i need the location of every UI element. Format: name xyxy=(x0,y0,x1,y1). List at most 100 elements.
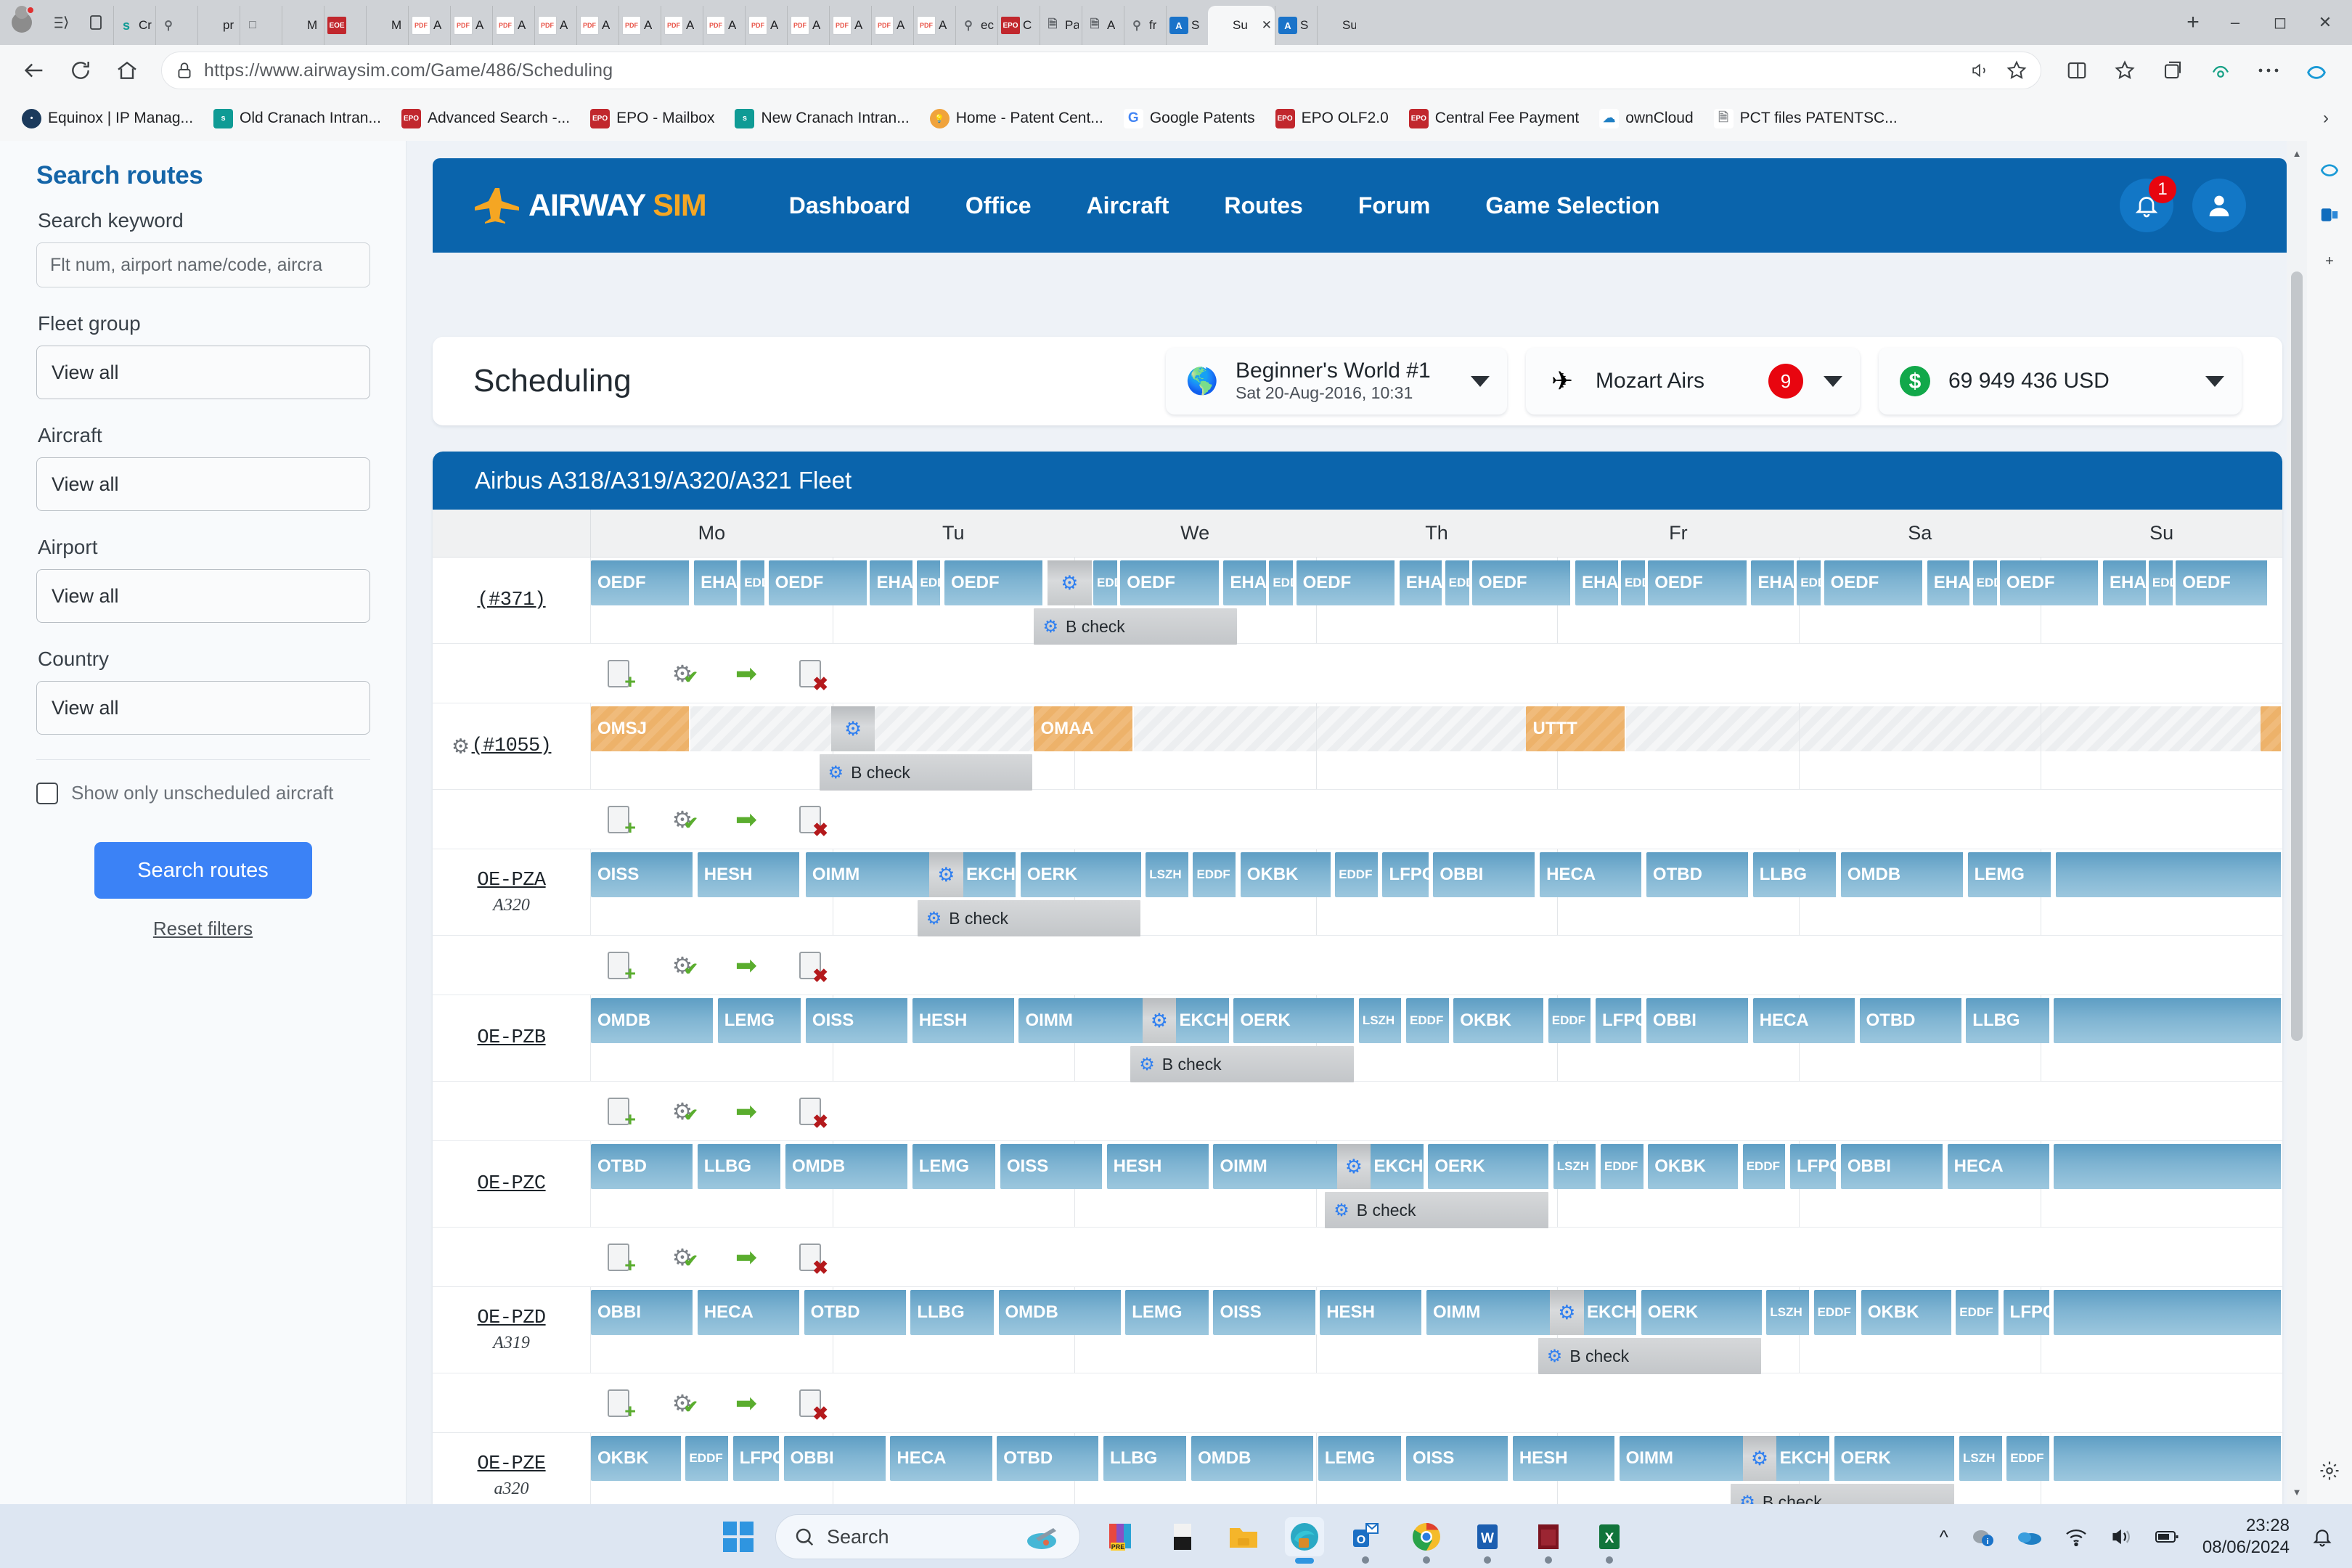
maintenance-block[interactable]: ⚙ xyxy=(1142,998,1177,1043)
flight-block[interactable]: OEDF xyxy=(1471,560,1572,605)
flight-block[interactable]: EHAM xyxy=(694,560,738,605)
aircraft-registration-link[interactable]: OE-PZE xyxy=(477,1453,546,1475)
auto-schedule-icon[interactable]: ⚙ ✔ xyxy=(666,1241,698,1273)
browser-tab[interactable]: PDF A xyxy=(829,6,871,45)
flight-block[interactable] xyxy=(2260,706,2282,751)
nav-item-dashboard[interactable]: Dashboard xyxy=(761,192,938,219)
flight-block[interactable]: OEDF xyxy=(1648,560,1748,605)
reset-filters-link[interactable]: Reset filters xyxy=(36,918,369,940)
profile-button[interactable] xyxy=(0,0,44,45)
delete-schedule-icon[interactable]: ✖ xyxy=(794,804,828,839)
flight-block[interactable]: OERK xyxy=(1233,998,1356,1043)
aircraft-registration-link[interactable]: (#1055) xyxy=(472,735,552,757)
copy-forward-icon[interactable]: ➡ xyxy=(730,950,762,981)
flight-block[interactable]: OBBI xyxy=(591,1290,695,1335)
nav-item-aircraft[interactable]: Aircraft xyxy=(1059,192,1197,219)
notification-bell-icon[interactable] xyxy=(2311,1526,2333,1548)
browser-essentials-icon[interactable] xyxy=(2198,49,2243,91)
tray-expand-icon[interactable]: ^ xyxy=(1940,1526,1948,1548)
airline-selector[interactable]: ✈ Mozart Airs 9 xyxy=(1526,348,1860,415)
scroll-up-icon[interactable]: ▲ xyxy=(2287,141,2307,166)
logo[interactable]: AIRWAY SIM xyxy=(473,187,707,224)
browser-tab[interactable]: PDF A xyxy=(576,6,618,45)
flight-block[interactable]: LEMG xyxy=(1967,852,2053,897)
update-status-icon[interactable]: i xyxy=(1970,1526,1995,1548)
flight-block[interactable]: OERK xyxy=(1834,1436,1956,1481)
flight-block[interactable]: OMDB xyxy=(998,1290,1122,1335)
flight-block[interactable]: LFPG xyxy=(1382,852,1430,897)
delete-schedule-icon[interactable]: ✖ xyxy=(794,1387,828,1423)
flight-block[interactable]: OERK xyxy=(1641,1290,1763,1335)
flight-block[interactable]: OKBK xyxy=(591,1436,682,1481)
auto-schedule-icon[interactable]: ⚙ ✔ xyxy=(666,950,698,981)
tab-close-icon[interactable]: ✕ xyxy=(1262,18,1272,33)
flight-block[interactable]: EKCH xyxy=(1580,1290,1638,1335)
flight-block[interactable] xyxy=(2054,1290,2282,1335)
onedrive-icon[interactable] xyxy=(2017,1527,2043,1546)
flight-block[interactable]: OEDF xyxy=(1824,560,1924,605)
flight-block[interactable]: OEDF xyxy=(591,560,691,605)
chrome-icon[interactable] xyxy=(1407,1517,1446,1564)
flight-block[interactable]: OTBD xyxy=(1859,998,1963,1043)
favorite-star-icon[interactable] xyxy=(2006,60,2028,81)
flight-block[interactable]: OTBD xyxy=(1646,852,1750,897)
browser-tab[interactable]: PDF A xyxy=(871,6,913,45)
delete-schedule-icon[interactable]: ✖ xyxy=(794,658,828,693)
home-icon[interactable] xyxy=(106,49,148,91)
close-button[interactable]: ✕ xyxy=(2303,0,2348,45)
bookmark-item[interactable]: G Google Patents xyxy=(1114,101,1265,136)
flight-block[interactable]: LSZH xyxy=(1959,1436,2004,1481)
browser-tab[interactable]: PDF A xyxy=(618,6,661,45)
user-menu-button[interactable] xyxy=(2192,179,2246,232)
flight-block[interactable]: EDDM xyxy=(740,560,767,605)
bookmark-item[interactable]: 🗎 PCT files PATENTSC... xyxy=(1704,101,1908,136)
balance-selector[interactable]: $ 69 949 436 USD xyxy=(1879,348,2242,415)
bookmark-item[interactable]: s New Cranach Intran... xyxy=(724,101,919,136)
battery-icon[interactable] xyxy=(2155,1529,2181,1545)
browser-tab[interactable]: PDF A xyxy=(534,6,576,45)
bookmark-item[interactable]: EPO Central Fee Payment xyxy=(1399,101,1589,136)
flight-block[interactable]: OISS xyxy=(805,998,910,1043)
auto-schedule-icon[interactable]: ⚙ ✔ xyxy=(666,1095,698,1127)
flight-block[interactable]: EHAM xyxy=(870,560,915,605)
word-icon[interactable]: W xyxy=(1468,1517,1507,1564)
airport-select[interactable]: View all xyxy=(36,569,370,623)
delete-schedule-icon[interactable]: ✖ xyxy=(794,1095,828,1131)
browser-tab[interactable]: pr xyxy=(197,6,240,45)
flight-block[interactable]: EKCH xyxy=(1367,1144,1425,1189)
flight-block[interactable]: OERK xyxy=(1020,852,1143,897)
flight-block[interactable]: LSZH xyxy=(1146,852,1190,897)
flight-block[interactable]: LEMG xyxy=(717,998,803,1043)
flight-block[interactable]: EDDF xyxy=(1956,1290,2000,1335)
bookmarks-overflow-icon[interactable]: › xyxy=(2311,108,2340,128)
flight-block[interactable]: OMSJ xyxy=(591,706,691,751)
flight-block[interactable]: EDDF xyxy=(2006,1436,2051,1481)
flight-block[interactable]: OTBD xyxy=(997,1436,1101,1481)
flight-block[interactable]: LSZH xyxy=(1553,1144,1598,1189)
new-flight-icon[interactable]: + xyxy=(603,1095,636,1129)
browser-tab[interactable]: s Cr xyxy=(113,6,155,45)
auto-schedule-icon[interactable]: ⚙ ✔ xyxy=(666,804,698,836)
browser-tab[interactable]: AS xyxy=(1275,6,1317,45)
flight-block[interactable]: EDDM xyxy=(916,560,942,605)
flight-block[interactable]: OIMM xyxy=(805,852,931,897)
bookmark-item[interactable]: s Old Cranach Intran... xyxy=(203,101,391,136)
browser-tab[interactable]: PDF A xyxy=(787,6,829,45)
flight-block[interactable]: EDDM xyxy=(1093,560,1119,605)
flight-block[interactable]: LLBG xyxy=(697,1144,783,1189)
maximize-button[interactable]: ◻ xyxy=(2258,0,2303,45)
nav-item-game-selection[interactable]: Game Selection xyxy=(1458,192,1687,219)
flight-block[interactable]: EHAM xyxy=(1399,560,1444,605)
flight-block[interactable]: UTTT xyxy=(1526,706,1626,751)
browser-tab[interactable]: □ xyxy=(240,6,282,45)
flight-block[interactable]: EHAM xyxy=(2103,560,2147,605)
country-select[interactable]: View all xyxy=(36,681,370,735)
edge-outlook-icon[interactable] xyxy=(2315,200,2344,229)
edge-icon[interactable] xyxy=(1285,1517,1324,1564)
aircraft-registration-link[interactable]: OE-PZC xyxy=(477,1173,546,1195)
reload-icon[interactable] xyxy=(60,49,102,91)
flight-block[interactable]: OMDB xyxy=(1191,1436,1315,1481)
fleet-group-select[interactable]: View all xyxy=(36,346,370,399)
delete-schedule-icon[interactable]: ✖ xyxy=(794,950,828,985)
minimize-button[interactable]: – xyxy=(2213,0,2258,45)
